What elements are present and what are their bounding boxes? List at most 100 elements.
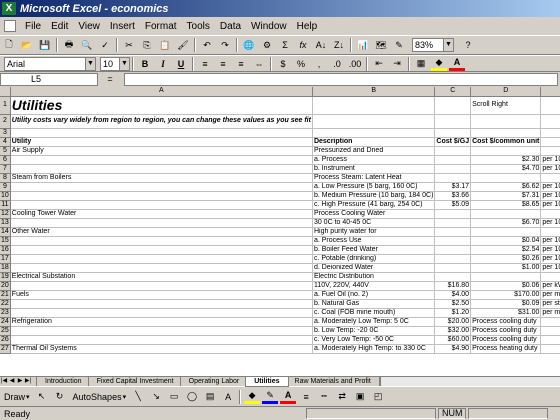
line-style-icon[interactable]: ≡ xyxy=(298,389,314,404)
font-color-icon[interactable]: A xyxy=(280,389,297,404)
col-header-d[interactable]: D xyxy=(470,87,542,97)
cell-e26[interactable] xyxy=(540,335,560,345)
first-sheet-icon[interactable]: |◀ xyxy=(0,377,8,386)
menu-window[interactable]: Window xyxy=(246,21,292,32)
fill-color-icon[interactable]: ◆ xyxy=(244,389,261,404)
function-icon[interactable]: fx xyxy=(295,38,311,53)
fill-color-icon[interactable]: ◆ xyxy=(431,56,447,71)
cell-c4[interactable]: Cost $/GJ xyxy=(434,137,472,147)
cell-a14[interactable]: Other Water xyxy=(10,227,313,237)
cell-c11[interactable]: $5.09 xyxy=(434,200,472,210)
row-header[interactable]: 12 xyxy=(0,209,11,219)
cell-b9[interactable]: a. Low Pressure (5 barg, 160 0C) xyxy=(312,182,436,192)
cell-b11[interactable]: c. High Pressure (41 barg, 254 0C) xyxy=(312,200,436,210)
line-icon[interactable]: ╲ xyxy=(130,389,146,404)
cell-d10[interactable]: $7.31 xyxy=(470,191,542,201)
cell-d17[interactable]: $0.26 xyxy=(470,254,542,264)
chevron-down-icon[interactable]: ▾ xyxy=(26,393,30,401)
cell-b2[interactable] xyxy=(312,114,436,129)
cell-d12[interactable] xyxy=(470,209,542,219)
row-header[interactable]: 24 xyxy=(0,317,11,327)
cell-b22[interactable]: b. Natural Gas xyxy=(312,299,436,309)
sort-ascending-icon[interactable]: A↓ xyxy=(313,38,329,53)
cell-d4[interactable]: Cost $/common unit xyxy=(470,137,542,147)
cell-e10[interactable]: per 1000 kg xyxy=(540,191,560,201)
cell-e13[interactable]: per 1000 m3 xyxy=(540,218,560,228)
menu-view[interactable]: View xyxy=(73,21,105,32)
cell-a21[interactable]: Fuels xyxy=(10,290,313,300)
align-left-icon[interactable]: ≡ xyxy=(197,56,213,71)
cell-e18[interactable]: per 1000 kg xyxy=(540,263,560,273)
row-header[interactable]: 15 xyxy=(0,236,11,246)
cell-c12[interactable] xyxy=(434,209,472,219)
cell-e14[interactable] xyxy=(540,227,560,237)
cell-d25[interactable]: Process cooling duty xyxy=(470,326,542,336)
decrease-indent-icon[interactable]: ⇤ xyxy=(371,56,387,71)
cell-b21[interactable]: a. Fuel Oil (no. 2) xyxy=(312,290,436,300)
drawing-icon[interactable]: ✎ xyxy=(391,38,407,53)
cell-b25[interactable]: b. Low Temp: -20 0C xyxy=(312,326,436,336)
cell-e4[interactable] xyxy=(540,137,560,147)
cell-a18[interactable] xyxy=(10,263,313,273)
cell-b8[interactable]: Process Steam: Latent Heat xyxy=(312,173,436,183)
cell-c19[interactable] xyxy=(434,272,472,282)
cell-d15[interactable]: $0.04 xyxy=(470,236,542,246)
text-box-icon[interactable]: ▤ xyxy=(202,389,218,404)
cell-a5[interactable]: Air Supply xyxy=(10,146,313,156)
cell-b13[interactable]: 30 0C to 40-45 0C xyxy=(312,218,436,228)
cell-d22[interactable]: $0.09 xyxy=(470,299,542,309)
cell-a23[interactable] xyxy=(10,308,313,318)
dash-style-icon[interactable]: ┅ xyxy=(316,389,332,404)
merge-center-icon[interactable]: ⇔ xyxy=(251,56,267,71)
chevron-down-icon[interactable]: ▾ xyxy=(123,393,127,401)
chevron-down-icon[interactable]: ▼ xyxy=(119,57,129,70)
chevron-down-icon[interactable]: ▼ xyxy=(443,39,453,51)
cell-a17[interactable] xyxy=(10,254,313,264)
cell-e11[interactable]: per 1000 kg xyxy=(540,200,560,210)
cell-a26[interactable] xyxy=(10,335,313,345)
row-header[interactable]: 21 xyxy=(0,290,11,300)
wordart-icon[interactable]: A xyxy=(220,389,236,404)
row-header[interactable]: 16 xyxy=(0,245,11,255)
print-icon[interactable]: 🖶 xyxy=(61,38,77,53)
cell-a3[interactable] xyxy=(10,128,313,138)
cell-d7[interactable]: $4.70 xyxy=(470,164,542,174)
bold-icon[interactable]: B xyxy=(137,56,153,71)
cell-c7[interactable] xyxy=(434,164,472,174)
sort-descending-icon[interactable]: Z↓ xyxy=(331,38,347,53)
cell-e27[interactable] xyxy=(540,344,560,354)
font-size-select[interactable]: 10 ▼ xyxy=(100,56,130,71)
cell-b1[interactable] xyxy=(312,96,436,115)
row-header[interactable]: 5 xyxy=(0,146,11,156)
undo-icon[interactable]: ↶ xyxy=(199,38,215,53)
cell-e2[interactable] xyxy=(540,114,560,129)
menu-edit[interactable]: Edit xyxy=(46,21,73,32)
cell-e15[interactable]: per 1000 kg xyxy=(540,236,560,246)
cell-b14[interactable]: High purity water for xyxy=(312,227,436,237)
cell-d3[interactable] xyxy=(470,128,542,138)
underline-icon[interactable]: U xyxy=(173,56,189,71)
cell-b3[interactable] xyxy=(312,128,436,138)
cell-d18[interactable]: $1.00 xyxy=(470,263,542,273)
tab-introduction[interactable]: Introduction xyxy=(36,376,91,387)
tab-fixed-capital[interactable]: Fixed Capital Investment xyxy=(87,376,183,387)
name-box[interactable]: L5 xyxy=(0,72,98,86)
cell-b7[interactable]: b. Instrument xyxy=(312,164,436,174)
arrow-icon[interactable]: ↘ xyxy=(148,389,164,404)
row-header[interactable]: 17 xyxy=(0,254,11,264)
menu-file[interactable]: File xyxy=(20,21,46,32)
hyperlink-icon[interactable]: 🌐 xyxy=(241,38,257,53)
equals-sign[interactable]: = xyxy=(98,74,122,84)
row-header[interactable]: 26 xyxy=(0,335,11,345)
cell-a25[interactable] xyxy=(10,326,313,336)
cell-a9[interactable] xyxy=(10,182,313,192)
autosum-icon[interactable]: Σ xyxy=(277,38,293,53)
cell-b4[interactable]: Description xyxy=(312,137,436,147)
row-header[interactable]: 22 xyxy=(0,299,11,309)
paste-icon[interactable]: 📋 xyxy=(157,38,173,53)
col-header-a[interactable]: A xyxy=(10,87,313,97)
cell-a16[interactable] xyxy=(10,245,313,255)
cell-e8[interactable] xyxy=(540,173,560,183)
cell-b15[interactable]: a. Process Use xyxy=(312,236,436,246)
cell-c3[interactable] xyxy=(434,128,472,138)
